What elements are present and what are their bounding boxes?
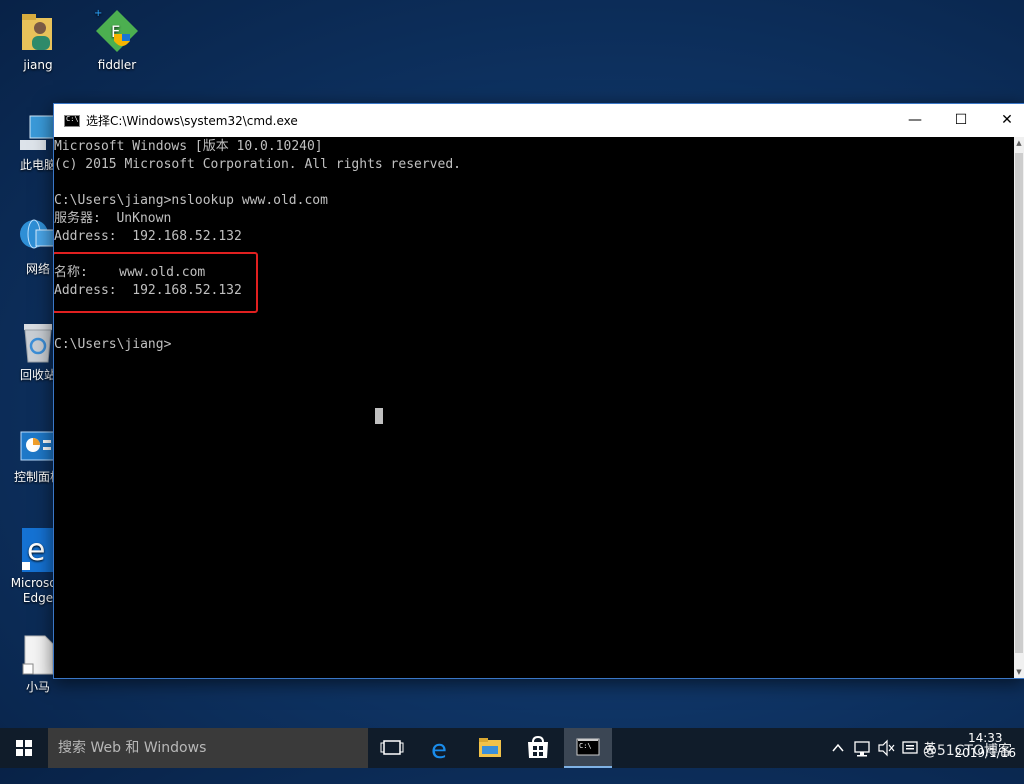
show-hidden-icons[interactable] [830,728,846,768]
scroll-thumb[interactable] [1015,153,1023,653]
window-titlebar[interactable]: 选择C:\Windows\system32\cmd.exe — ☐ ✕ [54,104,1024,137]
chevron-up-icon [832,743,844,752]
taskbar-edge[interactable]: e [418,728,466,768]
scroll-up-arrow-icon[interactable]: ▲ [1015,139,1023,147]
start-button[interactable] [0,728,48,768]
store-icon [528,735,548,758]
svg-text:e: e [431,735,447,765]
window-title: 选择C:\Windows\system32\cmd.exe [86,114,298,128]
fiddler-icon: F + [94,8,138,52]
console-area[interactable]: Microsoft Windows [版本 10.0.10240] (c) 201… [54,137,1014,678]
cmd-window[interactable]: 选择C:\Windows\system32\cmd.exe — ☐ ✕ Micr… [53,103,1024,679]
text-cursor [375,408,383,424]
user-folder-icon [22,14,52,50]
computer-icon [20,115,57,150]
network-globe-icon [20,219,57,249]
desktop-icon-label: 小马 [25,680,50,694]
console-line: C:\Users\jiang>nslookup www.old.com [54,193,328,208]
network-icon [854,741,870,757]
console-line: Microsoft Windows [版本 10.0.10240] [54,139,323,154]
maximize-button[interactable]: ☐ [938,104,984,137]
notifications-tray[interactable] [900,728,920,768]
taskbar-store[interactable] [514,728,562,768]
watermark-text: @51CTO博客 [922,743,1012,759]
taskbar-cmd[interactable]: C:\ [564,728,612,768]
taskbar: 搜索 Web 和 Windows e C:\ 英 14:33 2019/1/16… [0,728,1024,768]
desktop-icon-fiddler[interactable]: F + fiddler [79,8,155,73]
desktop-icon-label: jiang [23,58,53,72]
taskbar-file-explorer[interactable] [466,728,514,768]
console-line: (c) 2015 Microsoft Corporation. All righ… [54,157,461,172]
console-output: Microsoft Windows [版本 10.0.10240] (c) 201… [54,137,1014,354]
task-view-button[interactable] [368,728,416,768]
cmd-icon: C:\ [576,738,600,756]
scroll-down-arrow-icon[interactable]: ▼ [1015,668,1023,676]
recycle-bin-icon [24,324,52,363]
desktop-icon-label: fiddler [97,58,137,72]
file-icon [22,635,54,675]
control-panel-icon [20,431,56,461]
volume-tray[interactable] [876,728,896,768]
search-box[interactable]: 搜索 Web 和 Windows [48,728,368,768]
cmd-app-icon [64,115,80,127]
console-line: Address: 192.168.52.132 [54,229,242,244]
highlight-box [54,252,258,313]
edge-icon: e [431,735,447,765]
console-line: C:\Users\jiang> [54,337,172,352]
network-tray[interactable] [852,728,872,768]
volume-muted-icon [878,739,895,757]
svg-text:C:\: C:\ [579,742,592,750]
edge-browser-icon: e [22,528,56,572]
windows-logo-icon [16,740,32,756]
desktop-icon-jiang[interactable]: jiang [0,10,76,73]
vertical-scrollbar[interactable]: ▲ ▼ [1014,137,1024,678]
minimize-button[interactable]: — [892,104,938,137]
message-icon [902,741,918,754]
svg-text:+: + [94,8,102,19]
task-view-icon [380,740,404,755]
console-line: 服务器: UnKnown [54,211,172,226]
close-button[interactable]: ✕ [984,104,1024,137]
folder-icon [479,738,501,757]
